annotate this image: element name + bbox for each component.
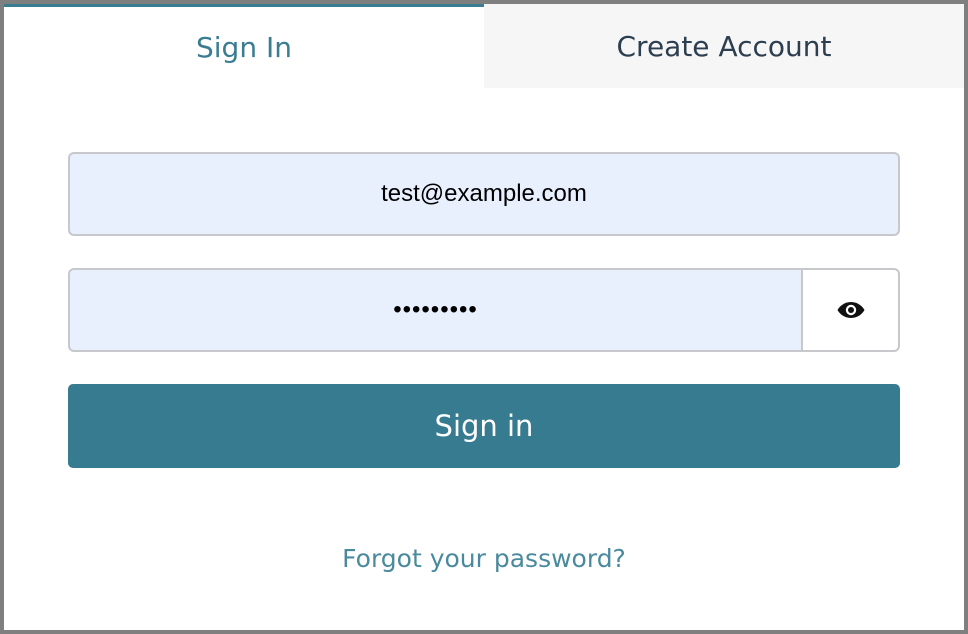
tab-create-account[interactable]: Create Account	[484, 4, 964, 88]
auth-tabs: Sign In Create Account	[4, 4, 964, 88]
sign-in-dialog: Sign In Create Account test@example.com …	[0, 0, 968, 634]
eye-icon	[837, 302, 864, 318]
sign-in-button[interactable]: Sign in	[68, 384, 900, 468]
email-field[interactable]: test@example.com	[68, 152, 900, 236]
forgot-password-link[interactable]: Forgot your password?	[4, 544, 964, 573]
show-password-button[interactable]	[802, 268, 900, 352]
password-field[interactable]: •••••••••	[68, 268, 803, 352]
tab-sign-in[interactable]: Sign In	[4, 4, 484, 88]
